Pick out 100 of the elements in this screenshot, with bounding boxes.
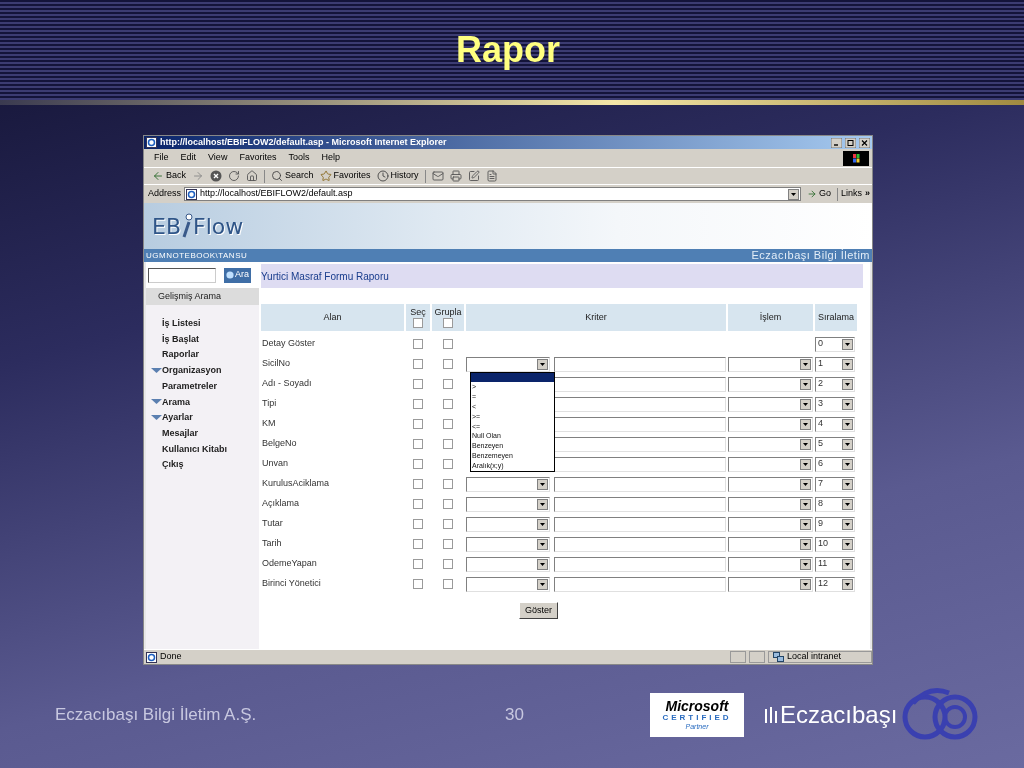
dropdown-field[interactable] bbox=[728, 476, 813, 492]
find-button[interactable]: Ara bbox=[224, 267, 251, 283]
checkbox[interactable] bbox=[413, 359, 423, 369]
criteria-input[interactable] bbox=[554, 436, 726, 452]
dropdown-field[interactable] bbox=[728, 436, 813, 452]
checkbox[interactable] bbox=[413, 499, 423, 509]
criteria-input[interactable] bbox=[554, 356, 726, 372]
more-chevron[interactable]: » bbox=[865, 187, 870, 201]
criteria-input[interactable] bbox=[554, 576, 726, 592]
checkbox[interactable] bbox=[443, 399, 453, 409]
dropdown-field[interactable] bbox=[466, 556, 550, 572]
dropdown-field[interactable] bbox=[728, 356, 813, 372]
dropdown-field[interactable] bbox=[466, 536, 550, 552]
nav-link[interactable]: Organizasyon bbox=[162, 364, 222, 378]
checkbox[interactable] bbox=[443, 359, 453, 369]
checkbox[interactable] bbox=[413, 399, 423, 409]
criteria-input[interactable] bbox=[554, 416, 726, 432]
printer-icon[interactable] bbox=[449, 170, 462, 182]
stop-icon[interactable] bbox=[210, 170, 222, 182]
criteria-input[interactable] bbox=[554, 556, 726, 572]
menu-item[interactable]: View bbox=[208, 151, 228, 165]
menu-item[interactable]: Tools bbox=[288, 151, 310, 165]
dropdown-field[interactable] bbox=[728, 516, 813, 532]
links-label[interactable]: Links bbox=[840, 187, 862, 201]
criteria-input[interactable] bbox=[554, 396, 726, 412]
criteria-input[interactable] bbox=[554, 456, 726, 472]
checkbox[interactable] bbox=[443, 339, 453, 349]
toolbar-button[interactable]: Back bbox=[152, 169, 186, 183]
close-icon[interactable] bbox=[859, 137, 870, 148]
nav-link[interactable]: İş Başlat bbox=[162, 332, 200, 347]
clock-icon[interactable] bbox=[376, 170, 389, 182]
advanced-search-header[interactable]: Gelişmiş Arama bbox=[146, 288, 259, 305]
checkbox[interactable] bbox=[413, 379, 423, 389]
checkbox[interactable] bbox=[443, 419, 453, 429]
checkbox[interactable] bbox=[413, 339, 423, 349]
checkbox[interactable] bbox=[443, 479, 453, 489]
dropdown-field[interactable] bbox=[728, 556, 813, 572]
dropdown-field[interactable]: 5 bbox=[815, 436, 855, 452]
checkbox[interactable] bbox=[413, 439, 423, 449]
dropdown-field[interactable] bbox=[728, 456, 813, 472]
minimize-icon[interactable] bbox=[831, 137, 842, 148]
criteria-input[interactable] bbox=[554, 376, 726, 392]
checkbox[interactable] bbox=[443, 439, 453, 449]
nav-link[interactable]: Mesajlar bbox=[162, 426, 199, 441]
address-field[interactable]: http://localhost/EBIFLOW2/default.asp bbox=[184, 187, 801, 201]
nav-link[interactable]: Kullanıcı Kitabı bbox=[162, 442, 227, 457]
dropdown-field[interactable]: 11 bbox=[815, 556, 855, 572]
dropdown-field[interactable]: 1 bbox=[815, 356, 855, 372]
dropdown-field[interactable]: 7 bbox=[815, 476, 855, 492]
criteria-input[interactable] bbox=[554, 476, 726, 492]
criteria-input[interactable] bbox=[554, 516, 726, 532]
maximize-icon[interactable] bbox=[845, 137, 856, 148]
dropdown-field[interactable]: 2 bbox=[815, 376, 855, 392]
checkbox[interactable] bbox=[413, 519, 423, 529]
star-icon[interactable] bbox=[319, 170, 332, 182]
dropdown-field[interactable] bbox=[728, 496, 813, 512]
nav-link[interactable]: Arama bbox=[162, 395, 190, 410]
nav-link[interactable]: Parametreler bbox=[162, 379, 218, 394]
document-icon[interactable] bbox=[485, 170, 498, 182]
dropdown-field[interactable]: 6 bbox=[815, 456, 855, 472]
dropdown-field[interactable]: 8 bbox=[815, 496, 855, 512]
checkbox[interactable] bbox=[443, 579, 453, 589]
checkbox[interactable] bbox=[413, 459, 423, 469]
dropdown-field[interactable]: 0 bbox=[815, 336, 855, 352]
checkbox[interactable] bbox=[443, 559, 453, 569]
menu-item[interactable]: Edit bbox=[180, 151, 197, 165]
checkbox[interactable] bbox=[413, 419, 423, 429]
dropdown-field[interactable]: 12 bbox=[815, 576, 855, 592]
checkbox[interactable] bbox=[413, 579, 423, 589]
go-button[interactable]: Go bbox=[803, 187, 834, 201]
nav-link[interactable]: İş Listesi bbox=[162, 317, 201, 331]
dropdown-field[interactable] bbox=[466, 576, 550, 592]
show-button[interactable]: Göster bbox=[519, 602, 558, 620]
dropdown-field[interactable] bbox=[728, 396, 813, 412]
toolbar-button[interactable]: History bbox=[376, 169, 419, 183]
checkbox[interactable] bbox=[443, 499, 453, 509]
checkbox[interactable] bbox=[443, 519, 453, 529]
checkbox[interactable] bbox=[443, 379, 453, 389]
dropdown-field[interactable]: 4 bbox=[815, 416, 855, 432]
checkbox[interactable] bbox=[443, 317, 453, 328]
mail-icon[interactable] bbox=[431, 170, 444, 182]
criteria-input[interactable] bbox=[554, 496, 726, 512]
home-icon[interactable] bbox=[246, 170, 258, 182]
dropdown-field[interactable]: 9 bbox=[815, 516, 855, 532]
dropdown-field[interactable] bbox=[466, 476, 550, 492]
menu-item[interactable]: Favorites bbox=[239, 151, 277, 165]
search-icon[interactable] bbox=[271, 170, 283, 182]
dropdown-field[interactable] bbox=[728, 376, 813, 392]
dropdown-field[interactable]: 3 bbox=[815, 396, 855, 412]
checkbox[interactable] bbox=[443, 539, 453, 549]
checkbox[interactable] bbox=[443, 459, 453, 469]
dropdown-field[interactable] bbox=[728, 416, 813, 432]
dropdown-field[interactable] bbox=[466, 356, 550, 372]
back-arrow-icon[interactable] bbox=[152, 170, 164, 182]
checkbox[interactable] bbox=[413, 317, 423, 328]
dropdown-field[interactable]: 10 bbox=[815, 536, 855, 552]
dropdown-field[interactable] bbox=[728, 576, 813, 592]
criteria-input[interactable] bbox=[554, 536, 726, 552]
dropdown-field[interactable] bbox=[728, 536, 813, 552]
menu-item[interactable]: File bbox=[154, 151, 169, 165]
